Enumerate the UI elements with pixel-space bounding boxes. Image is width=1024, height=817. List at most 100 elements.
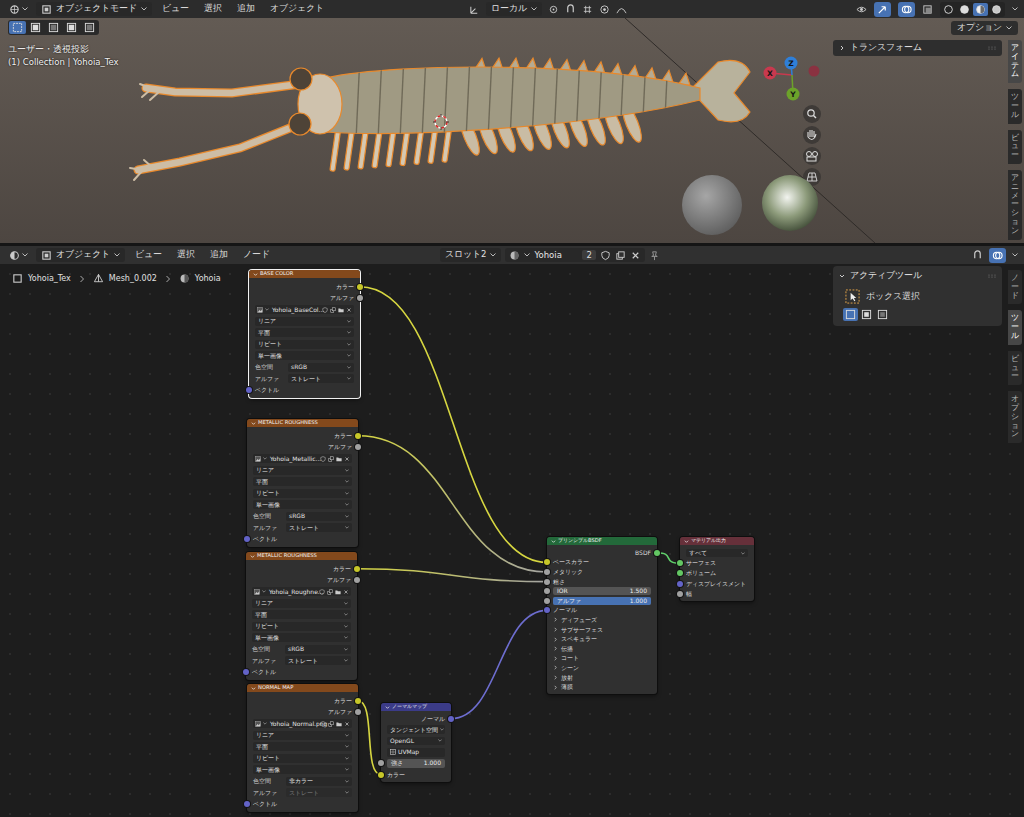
dropdown-field[interactable]: ストレート: [288, 374, 354, 383]
node-output-row[interactable]: カラー: [247, 430, 358, 442]
dropdown-field[interactable]: 単一画像: [253, 500, 352, 509]
collapse-chevron-icon[interactable]: [251, 421, 256, 426]
zoom-button[interactable]: [803, 105, 821, 123]
node-header[interactable]: マテリアル出力: [680, 537, 754, 545]
node-header[interactable]: NORMAL MAP: [247, 684, 358, 692]
creature-model[interactable]: [130, 55, 750, 180]
negative-axis-handle[interactable]: [809, 66, 820, 77]
node-link[interactable]: [360, 287, 547, 563]
node-output-row[interactable]: カラー: [249, 281, 360, 293]
panel-chevron-icon[interactable]: [553, 617, 558, 622]
gizmo-axis[interactable]: Z: [785, 57, 798, 70]
xray-icon[interactable]: [922, 4, 933, 15]
node-dropdown-row[interactable]: アルファストレート: [247, 522, 358, 534]
node-dropdown-row[interactable]: 色空間非カラー: [247, 776, 358, 788]
snap-icon[interactable]: [565, 4, 576, 15]
falloff-icon[interactable]: [616, 4, 627, 15]
overlay-toggle[interactable]: [989, 248, 1006, 263]
mode-dropdown[interactable]: オブジェクトモード: [36, 2, 152, 16]
output-socket[interactable]: [357, 295, 363, 301]
node-dropdown-row[interactable]: 単一画像: [247, 499, 358, 511]
image-name[interactable]: Yohoia_Normal.png: [269, 721, 318, 727]
menu-item[interactable]: 選択: [172, 249, 200, 261]
image-selector[interactable]: Yohoia_Metallic...: [253, 454, 352, 463]
node-output-row[interactable]: BSDF: [547, 548, 657, 558]
open-folder-icon[interactable]: [336, 721, 342, 727]
unlink-x-icon[interactable]: [344, 721, 350, 727]
node-input-row[interactable]: サーフェス: [680, 558, 754, 568]
3d-viewport[interactable]: XYZユーザー・透視投影(1) Collection | Yohoia_Texオ…: [0, 18, 1024, 243]
input-socket[interactable]: [246, 387, 252, 393]
node-header[interactable]: METALLIC ROUGHNESS: [247, 419, 358, 427]
node-dropdown-row[interactable]: 色空間sRGB: [249, 362, 360, 374]
node-dropdown-row[interactable]: リニア: [247, 465, 358, 477]
shading-mode-button[interactable]: [989, 3, 1004, 16]
node-panel-row[interactable]: 薄膜: [547, 682, 657, 692]
node-panel-row[interactable]: コート: [547, 654, 657, 664]
snap-grid-icon[interactable]: [582, 4, 593, 15]
active-tool[interactable]: ボックス選択: [839, 283, 996, 308]
material-selector[interactable]: Yohoia2: [505, 248, 644, 262]
input-socket[interactable]: [244, 536, 250, 542]
node-image-row[interactable]: Yohoia_Roughne...: [246, 586, 357, 598]
panel-chevron-icon[interactable]: [553, 637, 558, 642]
image-name[interactable]: Yohoia_BaseCol...: [271, 307, 320, 313]
image-selector[interactable]: Yohoia_Normal.png: [253, 719, 352, 728]
node-output-row[interactable]: アルファ: [247, 707, 358, 719]
uv-map-field[interactable]: UVMap: [387, 748, 445, 757]
collapse-chevron-icon[interactable]: [253, 272, 258, 277]
dropdown-field[interactable]: リニア: [255, 317, 354, 326]
dropdown-arrow-icon[interactable]: [1012, 253, 1018, 257]
shader-node[interactable]: マテリアル出力すべてサーフェスボリュームディスプレイスメント幅: [680, 537, 754, 601]
node-image-row[interactable]: Yohoia_Metallic...: [247, 453, 358, 465]
panel-header[interactable]: アクティブツール: [839, 269, 996, 283]
fake-user-shield-icon[interactable]: [320, 721, 326, 727]
panel-chevron-icon[interactable]: [553, 665, 558, 670]
selection-mode-button[interactable]: [875, 308, 890, 321]
node-dropdown-row[interactable]: 平面: [249, 327, 360, 339]
open-folder-icon[interactable]: [335, 589, 341, 595]
node-input-row[interactable]: カラー: [381, 769, 451, 780]
sidebar-tab[interactable]: ツール: [1008, 310, 1022, 344]
node-dropdown-row[interactable]: リニア: [246, 598, 357, 610]
select-mode-button[interactable]: [9, 21, 26, 34]
node-dropdown-row[interactable]: リピート: [246, 621, 357, 633]
dropdown-field[interactable]: 単一画像: [255, 351, 354, 360]
menu-item[interactable]: ビュー: [130, 249, 167, 261]
editor-type-button[interactable]: [6, 3, 31, 16]
node-input-row[interactable]: ディスプレイスメント: [680, 579, 754, 589]
node-input-row[interactable]: ベースカラー: [547, 558, 657, 568]
node-dropdown-row[interactable]: リニア: [247, 730, 358, 742]
open-folder-icon[interactable]: [336, 456, 342, 462]
node-dropdown-row[interactable]: 平面: [247, 476, 358, 488]
menu-item[interactable]: ビュー: [157, 3, 194, 15]
output-socket[interactable]: [654, 550, 660, 556]
dropdown-field[interactable]: 単一画像: [252, 633, 351, 642]
node-input-row[interactable]: 幅: [680, 589, 754, 599]
panel-chevron-icon[interactable]: [553, 675, 558, 680]
menu-item[interactable]: 選択: [199, 3, 227, 15]
drag-handle-icon[interactable]: [988, 274, 996, 278]
collapse-chevron-icon[interactable]: [251, 686, 256, 691]
node-dropdown-row[interactable]: 色空間sRGB: [246, 644, 357, 656]
node-uvmap-row[interactable]: UVMap: [381, 747, 451, 758]
node-header[interactable]: METALLIC ROUGHNESS: [246, 552, 357, 560]
proportional-edit-icon[interactable]: [599, 4, 610, 15]
dropdown-field[interactable]: sRGB: [288, 363, 354, 372]
node-canvas[interactable]: BASE COLORカラーアルファYohoia_BaseCol...リニア平面リ…: [0, 264, 1024, 817]
collapse-chevron-icon[interactable]: [250, 554, 255, 559]
shader-node[interactable]: プリンシプルBSDFBSDFベースカラーメタリック粗さIOR1.500アルファ1…: [547, 537, 657, 694]
node-output-row[interactable]: アルファ: [246, 575, 357, 587]
input-socket[interactable]: [544, 588, 550, 594]
image-selector[interactable]: Yohoia_BaseCol...: [255, 305, 354, 314]
dropdown-field[interactable]: リピート: [253, 754, 352, 763]
fake-user-shield-icon[interactable]: [319, 589, 325, 595]
select-mode-button[interactable]: [81, 21, 98, 34]
slider-field[interactable]: アルファ1.000: [553, 597, 651, 605]
shader-node[interactable]: METALLIC ROUGHNESSカラーアルファYohoia_Roughne.…: [246, 552, 357, 680]
node-output-row[interactable]: アルファ: [247, 442, 358, 454]
menu-item[interactable]: 追加: [205, 249, 233, 261]
navigation-gizmo[interactable]: XYZ: [764, 57, 820, 101]
node-panel-row[interactable]: ディフューズ: [547, 615, 657, 625]
orientation-dropdown[interactable]: ローカル: [486, 2, 542, 16]
